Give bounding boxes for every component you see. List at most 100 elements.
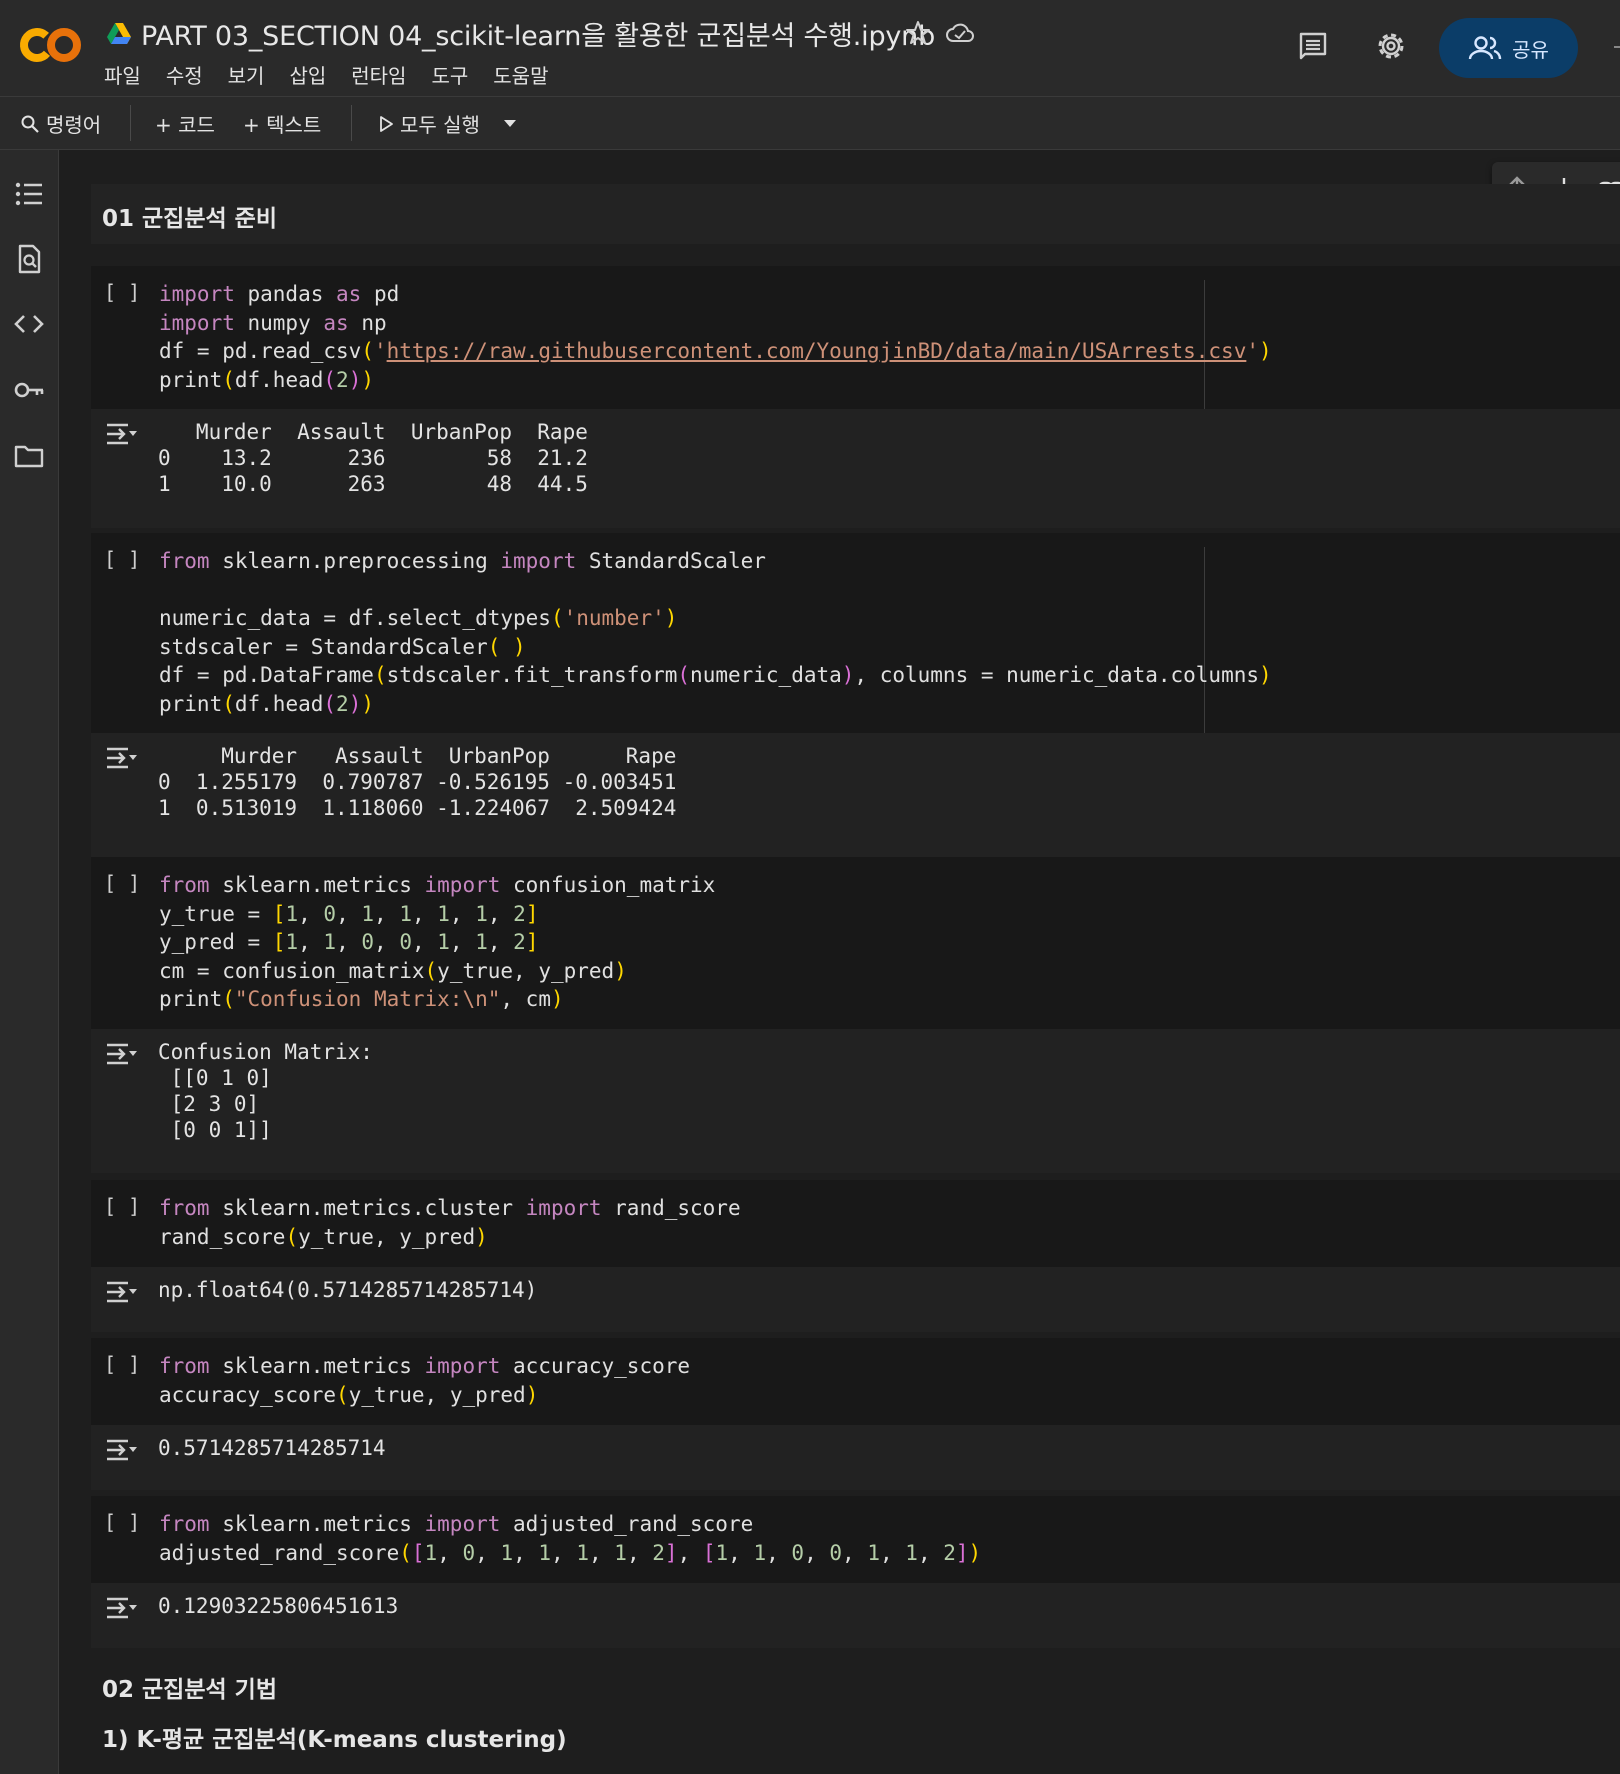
- code-cell-6[interactable]: [ ] from sklearn.metrics import adjusted…: [91, 1496, 1620, 1648]
- run-all-label: 모두 실행: [400, 113, 480, 137]
- code-cell-2[interactable]: [ ] from sklearn.preprocessing import St…: [91, 533, 1620, 857]
- command-palette-button[interactable]: 명령어: [20, 109, 101, 138]
- menu-insert[interactable]: 삽입: [289, 60, 326, 89]
- cell-output: Murder Assault UrbanPop Rape 0 1.255179 0…: [91, 733, 1620, 857]
- notebook-title[interactable]: PART 03_SECTION 04_scikit-learn을 활용한 군집분…: [141, 14, 935, 53]
- search-icon: [21, 115, 39, 133]
- output-actions-icon[interactable]: [104, 1595, 138, 1621]
- code-editor[interactable]: [ ] import pandas as pd import numpy as n…: [91, 266, 1620, 409]
- code-editor[interactable]: [ ] from sklearn.metrics import adjusted…: [91, 1496, 1620, 1583]
- add-code-label: + 코드: [155, 113, 215, 137]
- section-heading: 01 군집분석 준비: [102, 206, 277, 232]
- run-cell-button[interactable]: [ ]: [104, 1510, 140, 1534]
- share-label: 공유: [1512, 37, 1549, 62]
- run-all-button[interactable]: 모두 실행: [378, 109, 480, 138]
- code-line: stdscaler = StandardScaler( ): [159, 634, 526, 659]
- menu-view[interactable]: 보기: [228, 60, 265, 89]
- code-text: from sklearn.preprocessing import Standa…: [159, 547, 1272, 718]
- menu-runtime[interactable]: 런타임: [351, 60, 406, 89]
- code-cell-1[interactable]: [ ] import pandas as pd import numpy as n…: [91, 266, 1620, 528]
- run-cell-button[interactable]: [ ]: [104, 547, 140, 571]
- people-icon: [1468, 36, 1502, 60]
- output-line: 0 13.2 236 58 21.2: [158, 446, 588, 470]
- code-snippets-icon[interactable]: [13, 308, 45, 340]
- code-text: import pandas as pd import numpy as np df …: [159, 280, 1272, 394]
- output-actions-icon[interactable]: [104, 421, 138, 447]
- run-cell-button[interactable]: [ ]: [104, 280, 140, 304]
- output-line: Murder Assault UrbanPop Rape: [158, 744, 677, 768]
- find-in-notebook-icon[interactable]: [13, 243, 45, 275]
- code-line: adjusted_rand_score([1, 0, 1, 1, 1, 1, 2…: [159, 1540, 982, 1565]
- output-actions-icon[interactable]: [104, 1041, 138, 1067]
- cell-output: 0.5714285714285714: [91, 1425, 1620, 1490]
- output-actions-icon[interactable]: [104, 1279, 138, 1305]
- output-text: np.float64(0.5714285714285714): [158, 1277, 537, 1303]
- code-line: df = pd.read_csv('https://raw.githubuser…: [159, 339, 1272, 363]
- run-cell-button[interactable]: [ ]: [104, 1194, 140, 1218]
- code-line: df = pd.DataFrame(stdscaler.fit_transfor…: [159, 663, 1272, 687]
- notebook-main: 01 군집분석 준비 [ ] import pandas as pd import…: [59, 150, 1620, 1774]
- table-of-contents-icon[interactable]: [13, 178, 45, 210]
- run-cell-button[interactable]: [ ]: [104, 1352, 140, 1376]
- add-text-button[interactable]: + 텍스트: [243, 109, 321, 138]
- output-line: 0.12903225806451613: [158, 1594, 399, 1618]
- output-line: 1 0.513019 1.118060 -1.224067 2.509424: [158, 796, 677, 820]
- secrets-key-icon[interactable]: [13, 374, 45, 406]
- menu-bar: 파일 수정 보기 삽입 런타임 도구 도움말: [104, 60, 573, 89]
- sub-heading: 1) K-평균 군집분석(K-means clustering): [102, 1727, 567, 1753]
- output-actions-icon[interactable]: [104, 1437, 138, 1463]
- output-line: [0 0 1]]: [158, 1118, 272, 1142]
- code-line: from sklearn.metrics import confusion_ma…: [159, 873, 716, 897]
- comment-icon[interactable]: [1297, 30, 1329, 62]
- code-cell-5[interactable]: [ ] from sklearn.metrics import accuracy…: [91, 1338, 1620, 1490]
- settings-gear-icon[interactable]: [1374, 29, 1408, 63]
- output-line: Murder Assault UrbanPop Rape: [158, 420, 588, 444]
- toolbar-divider: [130, 105, 131, 141]
- code-line: print("Confusion Matrix:\n", cm): [159, 987, 564, 1011]
- code-line: from sklearn.metrics.cluster import rand…: [159, 1196, 741, 1220]
- cell-output: Murder Assault UrbanPop Rape 0 13.2 236 5…: [91, 409, 1620, 528]
- cell-output: 0.12903225806451613: [91, 1583, 1620, 1648]
- command-label: 명령어: [46, 113, 102, 137]
- code-line: accuracy_score(y_true, y_pred): [159, 1382, 539, 1407]
- output-text: Murder Assault UrbanPop Rape 0 13.2 236 5…: [158, 419, 588, 497]
- text-cell-heading-2[interactable]: 02 군집분석 기법: [91, 1662, 1620, 1708]
- code-line: print(df.head(2)): [159, 691, 375, 716]
- csv-url-link[interactable]: https://raw.githubusercontent.com/Youngj…: [387, 339, 1247, 363]
- code-text: from sklearn.metrics import confusion_ma…: [159, 871, 715, 1014]
- share-button[interactable]: 공유: [1439, 18, 1578, 78]
- star-icon[interactable]: [905, 20, 931, 46]
- text-cell-heading-1[interactable]: 01 군집분석 준비: [91, 184, 1620, 244]
- menu-tools[interactable]: 도구: [431, 60, 468, 89]
- code-editor[interactable]: [ ] from sklearn.metrics import accuracy…: [91, 1338, 1620, 1425]
- code-cell-3[interactable]: [ ] from sklearn.metrics import confusio…: [91, 857, 1620, 1173]
- add-code-button[interactable]: + 코드: [155, 109, 215, 138]
- files-folder-icon[interactable]: [13, 440, 45, 472]
- output-actions-icon[interactable]: [104, 745, 138, 771]
- cell-output: np.float64(0.5714285714285714): [91, 1267, 1620, 1332]
- overflow-edge: [1614, 46, 1620, 48]
- output-text: Confusion Matrix: [[0 1 0] [2 3 0] [0 0 …: [158, 1039, 373, 1143]
- code-line: import pandas as pd: [159, 282, 400, 306]
- google-drive-icon[interactable]: [106, 22, 132, 46]
- colab-logo[interactable]: [18, 24, 84, 66]
- run-all-dropdown-chevron-icon[interactable]: [502, 117, 518, 129]
- menu-edit[interactable]: 수정: [166, 60, 203, 89]
- output-line: 0 1.255179 0.790787 -0.526195 -0.003451: [158, 770, 677, 794]
- text-cell-heading-3[interactable]: 1) K-평균 군집분석(K-means clustering): [91, 1712, 1620, 1758]
- output-line: [[0 1 0]: [158, 1066, 272, 1090]
- menu-help[interactable]: 도움말: [493, 60, 548, 89]
- run-cell-button[interactable]: [ ]: [104, 871, 140, 895]
- code-text: from sklearn.metrics import accuracy_sco…: [159, 1352, 690, 1409]
- menu-file[interactable]: 파일: [104, 60, 141, 89]
- code-cell-4[interactable]: [ ] from sklearn.metrics.cluster import …: [91, 1180, 1620, 1332]
- code-text: from sklearn.metrics import adjusted_ran…: [159, 1510, 981, 1567]
- output-text: Murder Assault UrbanPop Rape 0 1.255179 0…: [158, 743, 676, 821]
- code-editor[interactable]: [ ] from sklearn.metrics import confusio…: [91, 857, 1620, 1029]
- header-bar: PART 03_SECTION 04_scikit-learn을 활용한 군집분…: [0, 0, 1620, 97]
- code-editor[interactable]: [ ] from sklearn.metrics.cluster import …: [91, 1180, 1620, 1267]
- code-editor[interactable]: [ ] from sklearn.preprocessing import St…: [91, 533, 1620, 733]
- code-line: import numpy as np: [159, 310, 387, 335]
- cloud-saved-icon[interactable]: [945, 20, 975, 46]
- code-line: print(df.head(2)): [159, 367, 375, 392]
